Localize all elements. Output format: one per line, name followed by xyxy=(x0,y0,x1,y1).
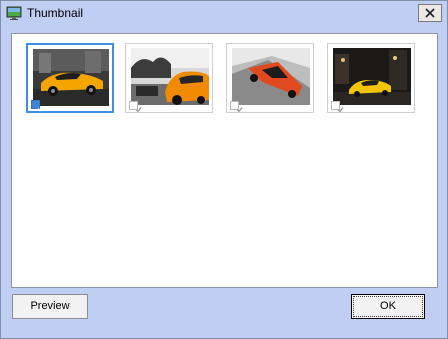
checkmark-icon xyxy=(337,107,344,113)
car-photo-3 xyxy=(232,48,310,105)
car-photo-2 xyxy=(131,48,209,105)
window-title: Thumbnail xyxy=(27,6,84,20)
thumbnail-item[interactable] xyxy=(226,43,314,113)
close-button[interactable] xyxy=(418,4,442,22)
thumbnail-checkbox[interactable] xyxy=(331,101,344,113)
thumbnail-item[interactable] xyxy=(327,43,415,113)
thumbnail-panel xyxy=(11,33,438,288)
thumbnail-item[interactable] xyxy=(125,43,213,113)
thumbnail-item[interactable] xyxy=(26,43,114,113)
ok-button[interactable]: OK xyxy=(351,294,425,319)
monitor-icon xyxy=(6,5,22,21)
thumbnail-checkbox[interactable] xyxy=(230,101,243,113)
close-icon xyxy=(425,8,435,18)
thumbnail-checkbox[interactable] xyxy=(129,101,142,113)
thumbnail-dialog: Thumbnail Preview OK xyxy=(0,0,448,339)
car-photo-4 xyxy=(333,48,411,105)
checkmark-icon xyxy=(37,106,44,112)
preview-button[interactable]: Preview xyxy=(12,294,88,319)
thumbnail-checkbox[interactable] xyxy=(31,100,44,112)
ok-button-label: OK xyxy=(380,300,396,312)
title-bar[interactable]: Thumbnail xyxy=(1,1,447,25)
checkmark-icon xyxy=(236,107,243,113)
car-photo-1 xyxy=(33,49,109,106)
checkmark-icon xyxy=(135,107,142,113)
